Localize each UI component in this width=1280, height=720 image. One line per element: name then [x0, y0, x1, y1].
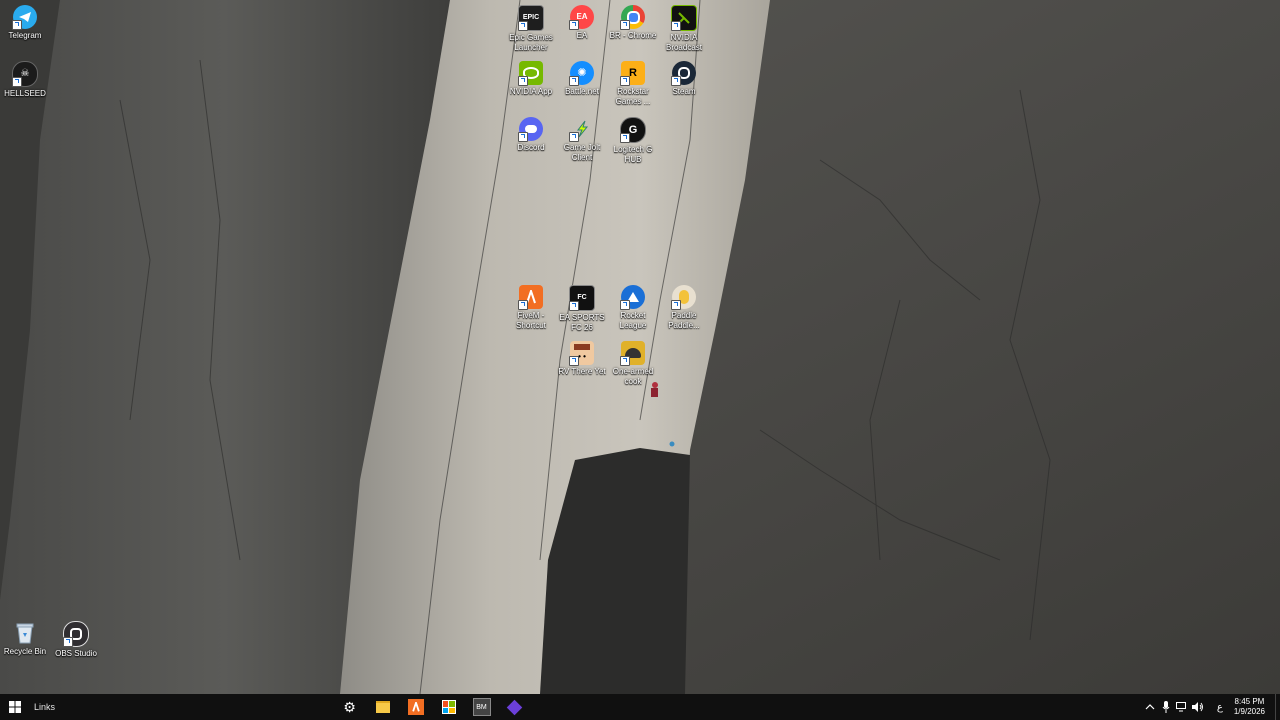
- desktop-icon-ea[interactable]: EA EA: [557, 5, 607, 41]
- desktop-icon-chrome[interactable]: BR - Chrome: [608, 5, 658, 41]
- pinned-apps: ⚙ BM: [333, 696, 531, 718]
- rockstar-icon: R: [620, 61, 645, 86]
- start-button[interactable]: [4, 697, 26, 717]
- microphone-icon[interactable]: [1158, 699, 1174, 715]
- desktop-icon-logitech[interactable]: G Logitech G HUB: [608, 117, 658, 165]
- desktop-icon-discord[interactable]: Discord: [506, 117, 556, 153]
- desktop-icon-epic-games[interactable]: EPIC Epic Games Launcher: [506, 5, 556, 53]
- windows-logo-icon: [9, 701, 21, 713]
- bm-app-icon: BM: [472, 698, 491, 716]
- icon-label: Battle.net: [565, 87, 599, 96]
- icon-label: BR - Chrome: [609, 31, 657, 40]
- desktop-icon-fivem[interactable]: FiveM - Shortcut: [506, 285, 556, 331]
- show-desktop-button[interactable]: [1275, 694, 1280, 720]
- epic-games-icon: EPIC: [518, 5, 544, 31]
- desktop-icon-ea-sports-fc[interactable]: FC EA SPORTS FC 26: [557, 285, 607, 333]
- links-toolbar[interactable]: Links: [34, 702, 55, 712]
- rv-there-yet-icon: • •: [569, 341, 594, 366]
- icon-label: One-armed cook: [612, 367, 654, 386]
- desktop-icon-steam[interactable]: Steam: [659, 61, 709, 97]
- icon-label: Logitech G HUB: [613, 145, 653, 164]
- fivem-icon: [518, 285, 543, 310]
- nvidia-icon: [518, 61, 543, 86]
- input-language[interactable]: ع: [1212, 699, 1228, 715]
- fivem-icon: [407, 699, 424, 715]
- clock-time: 8:45 PM: [1234, 697, 1265, 706]
- icon-label: Telegram: [8, 31, 42, 40]
- ea-icon: EA: [569, 5, 594, 30]
- desktop-icon-rockstar[interactable]: R Rockstar Games ...: [608, 61, 658, 107]
- logitech-icon: G: [620, 117, 646, 143]
- clock[interactable]: 8:45 PM 1/9/2026: [1234, 697, 1265, 717]
- taskbar: Links ⚙ BM ع 8:45 PM 1/9/2026: [0, 694, 1280, 720]
- clock-date: 1/9/2026: [1233, 707, 1265, 716]
- ea-sports-fc-icon: FC: [569, 285, 595, 311]
- icon-label: Epic Games Launcher: [509, 33, 553, 52]
- nvidia-broadcast-icon: [671, 5, 697, 31]
- desktop-icon-battlenet[interactable]: ✺ Battle.net: [557, 61, 607, 97]
- icon-label: Discord: [517, 143, 545, 152]
- store-icon: [441, 700, 456, 714]
- system-tray: ع 8:45 PM 1/9/2026: [1142, 694, 1280, 720]
- desktop-icon-paddle[interactable]: Paddle Paddle...: [659, 285, 709, 331]
- icon-label: Paddle Paddle...: [668, 311, 700, 330]
- icon-label: Rocket League: [619, 311, 647, 330]
- chrome-icon: [620, 5, 645, 30]
- purple-diamond-icon: [506, 699, 523, 715]
- obs-icon: [63, 621, 89, 647]
- desktop-icon-rv-there-yet[interactable]: • • RV There Yet: [557, 341, 607, 377]
- taskbar-fivem[interactable]: [399, 696, 432, 718]
- icon-label: EA: [576, 31, 588, 40]
- telegram-icon: [12, 5, 37, 30]
- battlenet-icon: ✺: [569, 61, 594, 86]
- icon-label: Game Jolt Client: [563, 143, 601, 162]
- desktop-icon-recycle-bin[interactable]: Recycle Bin: [0, 621, 50, 657]
- steam-icon: [671, 61, 696, 86]
- desktop-icon-gamejolt[interactable]: Game Jolt Client: [557, 117, 607, 163]
- desktop-icon-rocket-league[interactable]: Rocket League: [608, 285, 658, 331]
- icon-label: NVIDIA App: [509, 87, 553, 96]
- icon-label: FiveM - Shortcut: [516, 311, 546, 330]
- icon-label: Steam: [672, 87, 696, 96]
- taskbar-app-bm[interactable]: BM: [465, 696, 498, 718]
- desktop-icon-nvidia-broadcast[interactable]: NVIDIA Broadcast: [659, 5, 709, 53]
- icon-label: Rockstar Games ...: [615, 87, 651, 106]
- volume-icon[interactable]: [1190, 699, 1206, 715]
- one-armed-cook-icon: [620, 341, 645, 366]
- icon-label: OBS Studio: [55, 649, 97, 658]
- taskbar-file-explorer[interactable]: [366, 696, 399, 718]
- hellseed-icon: ☠: [12, 61, 38, 87]
- rocket-league-icon: [620, 285, 645, 310]
- icon-label: NVIDIA Broadcast: [665, 33, 703, 52]
- icon-label: Recycle Bin: [3, 647, 47, 656]
- desktop-icon-one-armed-cook[interactable]: One-armed cook: [608, 341, 658, 387]
- desktop-icon-nvidia-app[interactable]: NVIDIA App: [506, 61, 556, 97]
- recycle-bin-icon: [13, 621, 37, 645]
- desktop-icon-hellseed[interactable]: ☠ HELLSEED: [0, 61, 50, 99]
- chevron-up-icon[interactable]: [1142, 699, 1158, 715]
- desktop-icon-obs-studio[interactable]: OBS Studio: [51, 621, 101, 659]
- network-icon[interactable]: [1174, 699, 1190, 715]
- icon-label: RV There Yet: [558, 367, 606, 376]
- folder-icon: [375, 701, 390, 713]
- discord-icon: [518, 117, 543, 142]
- paddle-icon: [671, 285, 696, 310]
- desktop-icon-telegram[interactable]: Telegram: [0, 5, 50, 41]
- settings-gear-icon: ⚙: [343, 698, 356, 715]
- taskbar-app-purple[interactable]: [498, 696, 531, 718]
- taskbar-settings[interactable]: ⚙: [333, 696, 366, 718]
- taskbar-microsoft-store[interactable]: [432, 696, 465, 718]
- icon-label: HELLSEED: [4, 89, 46, 98]
- gamejolt-icon: [569, 117, 594, 142]
- icon-label: EA SPORTS FC 26: [559, 313, 605, 332]
